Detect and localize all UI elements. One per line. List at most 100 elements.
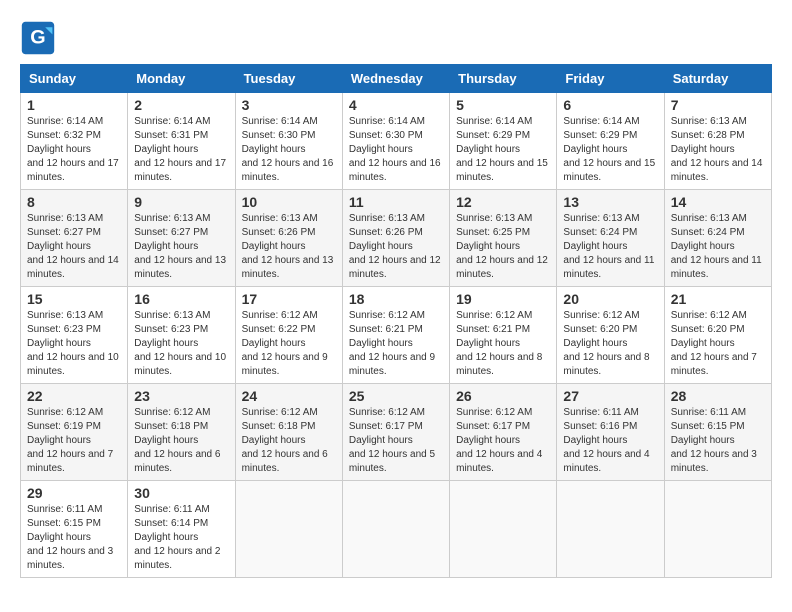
day-info: Sunrise: 6:12 AMSunset: 6:18 PMDaylight … [242,407,328,474]
calendar-cell: 27 Sunrise: 6:11 AMSunset: 6:16 PMDaylig… [557,384,664,481]
calendar-cell: 23 Sunrise: 6:12 AMSunset: 6:18 PMDaylig… [128,384,235,481]
day-info: Sunrise: 6:12 AMSunset: 6:20 PMDaylight … [563,310,649,377]
calendar-cell: 16 Sunrise: 6:13 AMSunset: 6:23 PMDaylig… [128,287,235,384]
day-info: Sunrise: 6:12 AMSunset: 6:19 PMDaylight … [27,407,113,474]
calendar-cell: 5 Sunrise: 6:14 AMSunset: 6:29 PMDayligh… [450,93,557,190]
page-header: G [20,20,772,56]
calendar-cell: 19 Sunrise: 6:12 AMSunset: 6:21 PMDaylig… [450,287,557,384]
column-header-saturday: Saturday [664,65,771,93]
day-number: 1 [27,97,121,113]
day-info: Sunrise: 6:14 AMSunset: 6:30 PMDaylight … [242,116,334,183]
calendar-table: SundayMondayTuesdayWednesdayThursdayFrid… [20,64,772,578]
logo-icon: G [20,20,56,56]
calendar-cell: 6 Sunrise: 6:14 AMSunset: 6:29 PMDayligh… [557,93,664,190]
calendar-cell [664,481,771,578]
day-number: 4 [349,97,443,113]
calendar-cell: 26 Sunrise: 6:12 AMSunset: 6:17 PMDaylig… [450,384,557,481]
calendar-cell: 30 Sunrise: 6:11 AMSunset: 6:14 PMDaylig… [128,481,235,578]
column-header-sunday: Sunday [21,65,128,93]
calendar-week-row: 29 Sunrise: 6:11 AMSunset: 6:15 PMDaylig… [21,481,772,578]
day-number: 10 [242,194,336,210]
calendar-cell: 22 Sunrise: 6:12 AMSunset: 6:19 PMDaylig… [21,384,128,481]
day-number: 22 [27,388,121,404]
calendar-cell: 4 Sunrise: 6:14 AMSunset: 6:30 PMDayligh… [342,93,449,190]
day-number: 8 [27,194,121,210]
day-number: 3 [242,97,336,113]
day-number: 17 [242,291,336,307]
day-info: Sunrise: 6:12 AMSunset: 6:21 PMDaylight … [349,310,435,377]
column-header-friday: Friday [557,65,664,93]
svg-text:G: G [30,26,45,48]
day-info: Sunrise: 6:12 AMSunset: 6:17 PMDaylight … [349,407,435,474]
day-number: 12 [456,194,550,210]
calendar-cell: 24 Sunrise: 6:12 AMSunset: 6:18 PMDaylig… [235,384,342,481]
day-info: Sunrise: 6:13 AMSunset: 6:26 PMDaylight … [242,213,334,280]
calendar-cell: 20 Sunrise: 6:12 AMSunset: 6:20 PMDaylig… [557,287,664,384]
calendar-cell: 11 Sunrise: 6:13 AMSunset: 6:26 PMDaylig… [342,190,449,287]
calendar-cell: 13 Sunrise: 6:13 AMSunset: 6:24 PMDaylig… [557,190,664,287]
calendar-cell: 3 Sunrise: 6:14 AMSunset: 6:30 PMDayligh… [235,93,342,190]
day-number: 28 [671,388,765,404]
calendar-cell: 12 Sunrise: 6:13 AMSunset: 6:25 PMDaylig… [450,190,557,287]
day-number: 27 [563,388,657,404]
day-number: 7 [671,97,765,113]
calendar-cell: 10 Sunrise: 6:13 AMSunset: 6:26 PMDaylig… [235,190,342,287]
calendar-week-row: 22 Sunrise: 6:12 AMSunset: 6:19 PMDaylig… [21,384,772,481]
day-number: 11 [349,194,443,210]
logo: G [20,20,60,56]
calendar-cell: 7 Sunrise: 6:13 AMSunset: 6:28 PMDayligh… [664,93,771,190]
column-header-thursday: Thursday [450,65,557,93]
day-number: 19 [456,291,550,307]
day-number: 16 [134,291,228,307]
day-number: 13 [563,194,657,210]
day-number: 9 [134,194,228,210]
day-info: Sunrise: 6:12 AMSunset: 6:17 PMDaylight … [456,407,542,474]
day-info: Sunrise: 6:13 AMSunset: 6:25 PMDaylight … [456,213,548,280]
calendar-cell: 25 Sunrise: 6:12 AMSunset: 6:17 PMDaylig… [342,384,449,481]
day-number: 20 [563,291,657,307]
calendar-week-row: 15 Sunrise: 6:13 AMSunset: 6:23 PMDaylig… [21,287,772,384]
calendar-cell [342,481,449,578]
day-info: Sunrise: 6:14 AMSunset: 6:29 PMDaylight … [456,116,548,183]
day-info: Sunrise: 6:14 AMSunset: 6:31 PMDaylight … [134,116,226,183]
calendar-header-row: SundayMondayTuesdayWednesdayThursdayFrid… [21,65,772,93]
calendar-cell: 2 Sunrise: 6:14 AMSunset: 6:31 PMDayligh… [128,93,235,190]
calendar-cell: 14 Sunrise: 6:13 AMSunset: 6:24 PMDaylig… [664,190,771,287]
day-number: 30 [134,485,228,501]
day-info: Sunrise: 6:13 AMSunset: 6:24 PMDaylight … [563,213,654,280]
calendar-cell: 15 Sunrise: 6:13 AMSunset: 6:23 PMDaylig… [21,287,128,384]
day-info: Sunrise: 6:12 AMSunset: 6:18 PMDaylight … [134,407,220,474]
calendar-cell: 29 Sunrise: 6:11 AMSunset: 6:15 PMDaylig… [21,481,128,578]
calendar-cell: 28 Sunrise: 6:11 AMSunset: 6:15 PMDaylig… [664,384,771,481]
calendar-cell [557,481,664,578]
calendar-cell: 18 Sunrise: 6:12 AMSunset: 6:21 PMDaylig… [342,287,449,384]
day-number: 2 [134,97,228,113]
day-number: 24 [242,388,336,404]
day-info: Sunrise: 6:13 AMSunset: 6:28 PMDaylight … [671,116,763,183]
calendar-week-row: 1 Sunrise: 6:14 AMSunset: 6:32 PMDayligh… [21,93,772,190]
day-info: Sunrise: 6:13 AMSunset: 6:27 PMDaylight … [134,213,226,280]
day-info: Sunrise: 6:13 AMSunset: 6:24 PMDaylight … [671,213,762,280]
calendar-cell: 17 Sunrise: 6:12 AMSunset: 6:22 PMDaylig… [235,287,342,384]
day-number: 23 [134,388,228,404]
day-info: Sunrise: 6:13 AMSunset: 6:23 PMDaylight … [27,310,119,377]
column-header-wednesday: Wednesday [342,65,449,93]
calendar-cell: 21 Sunrise: 6:12 AMSunset: 6:20 PMDaylig… [664,287,771,384]
column-header-monday: Monday [128,65,235,93]
calendar-cell: 9 Sunrise: 6:13 AMSunset: 6:27 PMDayligh… [128,190,235,287]
day-info: Sunrise: 6:11 AMSunset: 6:15 PMDaylight … [671,407,757,474]
day-info: Sunrise: 6:11 AMSunset: 6:15 PMDaylight … [27,504,113,571]
day-info: Sunrise: 6:14 AMSunset: 6:29 PMDaylight … [563,116,655,183]
day-number: 26 [456,388,550,404]
day-number: 18 [349,291,443,307]
calendar-cell [450,481,557,578]
day-info: Sunrise: 6:14 AMSunset: 6:32 PMDaylight … [27,116,119,183]
day-number: 6 [563,97,657,113]
day-info: Sunrise: 6:13 AMSunset: 6:27 PMDaylight … [27,213,119,280]
day-number: 21 [671,291,765,307]
day-number: 5 [456,97,550,113]
calendar-cell: 1 Sunrise: 6:14 AMSunset: 6:32 PMDayligh… [21,93,128,190]
calendar-cell: 8 Sunrise: 6:13 AMSunset: 6:27 PMDayligh… [21,190,128,287]
column-header-tuesday: Tuesday [235,65,342,93]
day-info: Sunrise: 6:13 AMSunset: 6:26 PMDaylight … [349,213,441,280]
